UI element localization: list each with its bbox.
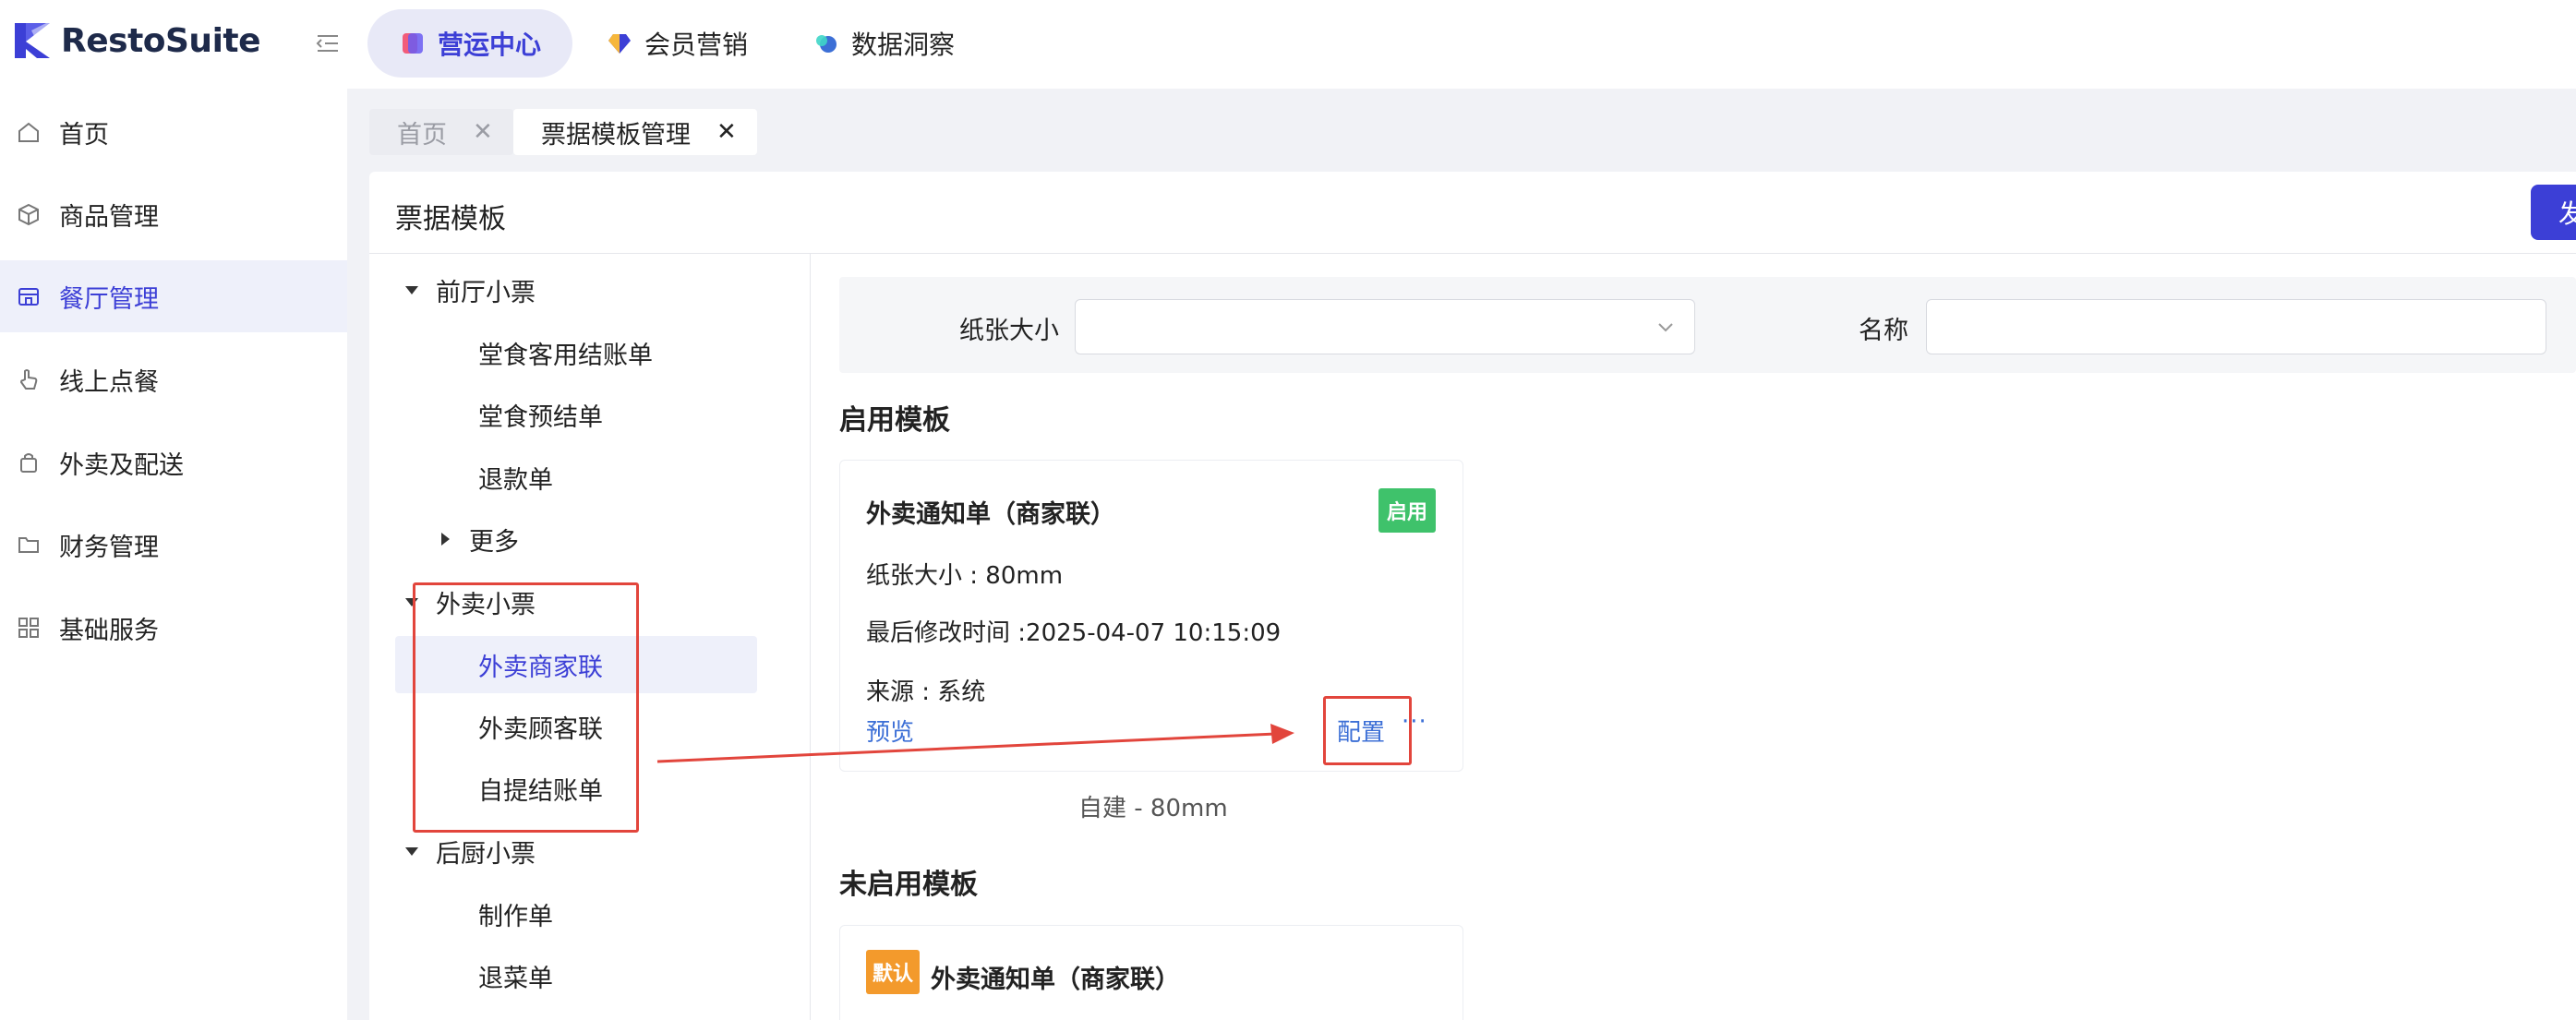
tree-item[interactable]: 退菜单 <box>369 947 811 1004</box>
template-card-disabled[interactable]: 默认 外卖通知单（商家联） <box>839 925 1463 1020</box>
page-title: 票据模板 <box>395 203 506 235</box>
tree-item[interactable]: 退款单 <box>369 449 811 506</box>
sidebar-item-label: 商品管理 <box>59 202 159 232</box>
sidebar-item-finance[interactable]: 财务管理 <box>0 509 347 581</box>
top-tab-operations[interactable]: 营运中心 <box>367 9 573 78</box>
caret-right-icon <box>441 533 450 546</box>
top-tab-label: 数据洞察 <box>851 30 956 60</box>
paper-size-select[interactable] <box>1075 299 1695 354</box>
sidebar-item-label: 基础服务 <box>59 616 159 645</box>
store-icon <box>18 288 39 306</box>
annotation-highlight-box <box>413 582 639 833</box>
caret-down-icon <box>405 847 418 856</box>
tree-item[interactable]: 堂食客用结账单 <box>369 324 811 381</box>
tree-more[interactable]: 更多 <box>369 510 811 568</box>
collapse-menu-icon[interactable] <box>314 30 342 57</box>
sidebar-item-home[interactable]: 首页 <box>0 96 347 168</box>
close-icon[interactable]: ✕ <box>716 118 737 146</box>
operations-icon <box>403 33 423 54</box>
top-tab-label: 营运中心 <box>438 30 542 60</box>
top-tab-member-marketing[interactable]: 会员营销 <box>574 9 779 78</box>
top-nav-tabs: 营运中心 会员营销 数据洞察 <box>367 9 988 78</box>
default-badge: 默认 <box>866 950 920 994</box>
home-icon <box>18 122 39 142</box>
app-logo[interactable]: RestoSuite <box>13 18 261 63</box>
bag-icon <box>20 453 37 473</box>
filter-bar: 纸张大小 名称 <box>839 277 2576 373</box>
hand-pointer-icon <box>19 369 38 390</box>
page-tab-label: 首页 <box>397 120 447 150</box>
page-tabs-bar: 首页 ✕ 票据模板管理 ✕ <box>347 89 2576 172</box>
tree-group-label: 前厅小票 <box>436 278 536 307</box>
card-caption: 自建 - 80mm <box>1078 795 1228 822</box>
top-tab-label: 会员营销 <box>644 30 749 60</box>
tree-group-front-hall[interactable]: 前厅小票 <box>369 261 811 318</box>
close-icon[interactable]: ✕ <box>473 118 493 146</box>
member-marketing-icon <box>608 34 632 54</box>
sidebar-item-label: 线上点餐 <box>59 367 159 397</box>
sidebar-item-basic-services[interactable]: 基础服务 <box>0 592 347 664</box>
tree-item[interactable]: 堂食预结单 <box>369 386 811 443</box>
name-label: 名称 <box>1859 317 1908 345</box>
sidebar-item-label: 外卖及配送 <box>59 450 184 480</box>
publish-button[interactable]: 发 <box>2531 185 2576 240</box>
sidebar-item-online-ordering[interactable]: 线上点餐 <box>0 343 347 415</box>
section-title-disabled: 未启用模板 <box>839 869 978 901</box>
sidebar: 首页 商品管理 餐厅管理 线上点餐 外卖及配送 财务管理 基础服务 <box>0 89 347 1020</box>
restosuite-logo-icon <box>15 23 50 58</box>
sidebar-item-label: 餐厅管理 <box>59 284 159 314</box>
sidebar-item-label: 财务管理 <box>59 533 159 562</box>
page-tab-label: 票据模板管理 <box>541 120 691 150</box>
annotation-highlight-box <box>1323 696 1412 765</box>
page-tab-receipt-templates[interactable]: 票据模板管理 ✕ <box>513 109 757 155</box>
tree-item[interactable]: 制作单 <box>369 885 811 942</box>
card-title: 外卖通知单（商家联） <box>866 500 1115 529</box>
logo-text: RestoSuite <box>61 21 261 60</box>
card-paper-size: 纸张大小 : 80mm <box>866 562 1064 590</box>
sidebar-item-restaurant[interactable]: 餐厅管理 <box>0 260 347 332</box>
chevron-down-icon <box>1658 323 1673 332</box>
sidebar-item-delivery[interactable]: 外卖及配送 <box>0 426 347 498</box>
top-tab-data-insights[interactable]: 数据洞察 <box>781 9 986 78</box>
top-bar: RestoSuite 营运中心 会员营销 数据洞察 <box>0 0 2576 89</box>
card-source: 来源 : 系统 <box>866 678 986 706</box>
paper-size-label: 纸张大小 <box>959 317 1059 345</box>
folder-icon <box>18 537 39 553</box>
sidebar-item-products[interactable]: 商品管理 <box>0 178 347 250</box>
tree-group-label: 后厨小票 <box>436 839 536 869</box>
grid-icon <box>18 618 39 638</box>
tree-more-label: 更多 <box>469 527 519 557</box>
sidebar-item-label: 首页 <box>59 120 109 150</box>
preview-link[interactable]: 预览 <box>866 714 914 748</box>
page-tab-home[interactable]: 首页 ✕ <box>369 109 513 155</box>
card-title: 外卖通知单（商家联） <box>931 966 1180 994</box>
box-icon <box>18 203 39 226</box>
name-input[interactable] <box>1926 299 2546 354</box>
caret-down-icon <box>405 286 418 294</box>
section-title-enabled: 启用模板 <box>839 404 950 437</box>
data-insights-icon <box>816 35 837 53</box>
card-modified-time: 最后修改时间 :2025-04-07 10:15:09 <box>866 619 1282 647</box>
status-badge: 启用 <box>1378 488 1436 533</box>
